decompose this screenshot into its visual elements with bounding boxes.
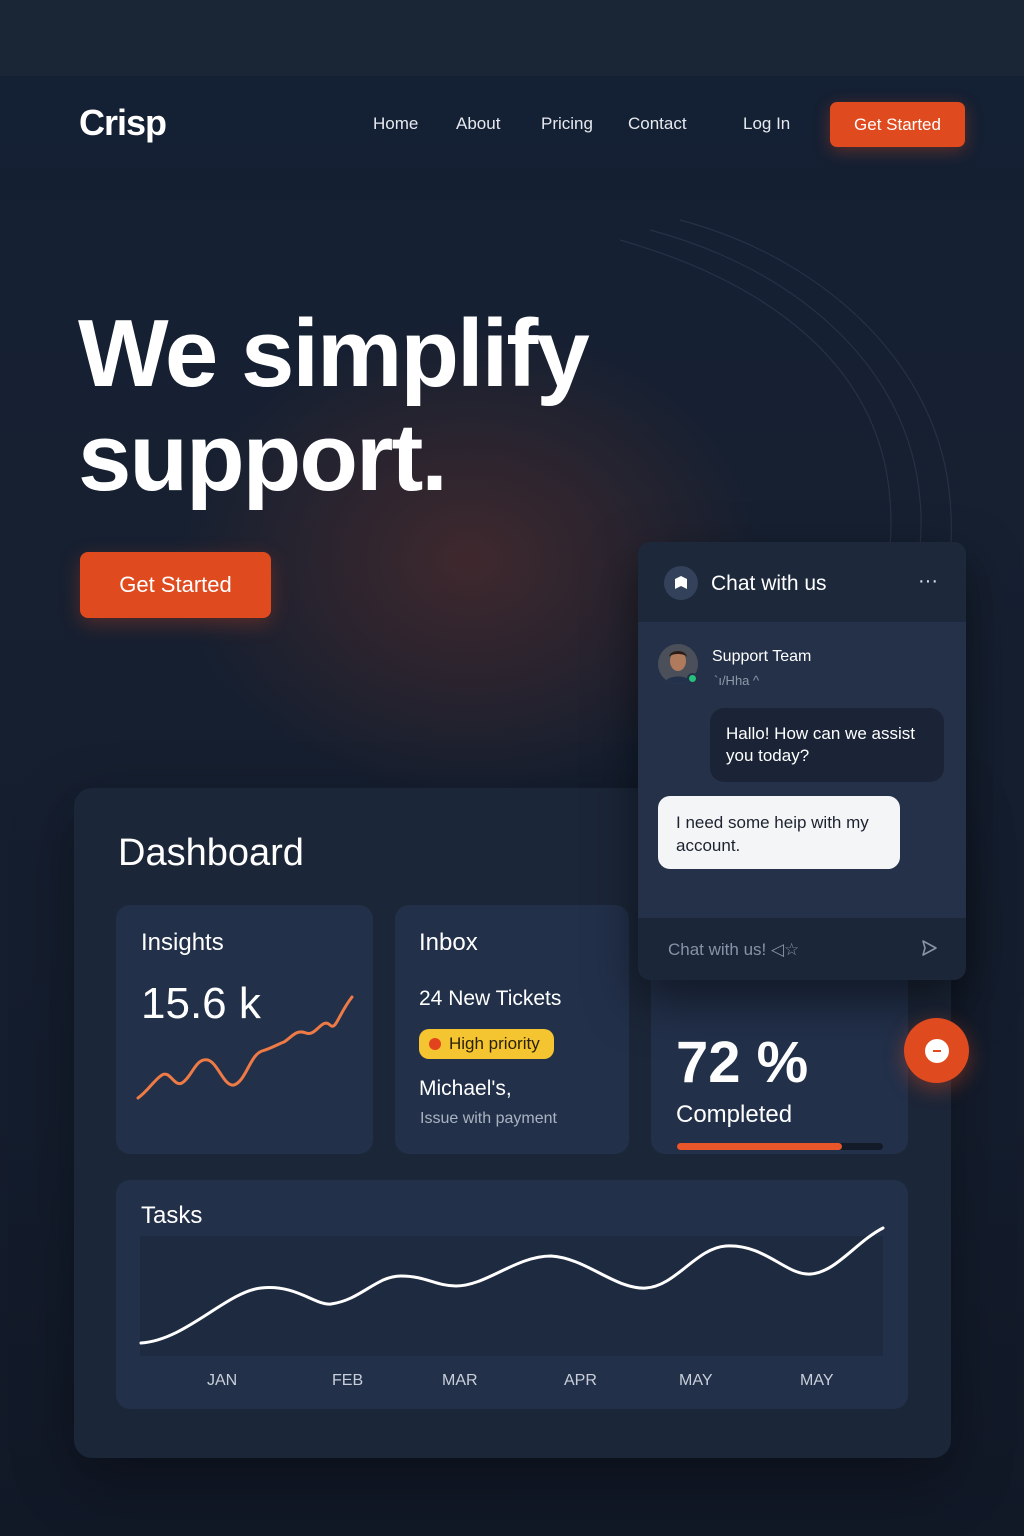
ticket-sender: Michael's, bbox=[419, 1077, 512, 1100]
tasks-card[interactable]: Tasks JAN FEB MAR APR MAY MAY bbox=[116, 1180, 908, 1409]
month-label: MAY bbox=[800, 1372, 834, 1389]
completion-label: Completed bbox=[676, 1101, 793, 1128]
completion-content: 72 % Completed bbox=[651, 1005, 908, 1154]
chat-logo-icon bbox=[664, 566, 698, 600]
insights-card[interactable]: Insights 15.6 k bbox=[116, 905, 373, 1154]
nav-home[interactable]: Home bbox=[373, 114, 418, 134]
agent-status: `ı/Hha ^ bbox=[714, 673, 760, 688]
month-label: JAN bbox=[207, 1372, 238, 1389]
more-options-icon[interactable]: ··· bbox=[918, 570, 938, 593]
hero-title: We simplify support. bbox=[78, 302, 698, 510]
user-message-bubble: I need some heip with my account. bbox=[658, 796, 900, 869]
chat-header: Chat with us ··· bbox=[638, 542, 966, 622]
chat-widget[interactable]: Chat with us ··· Support Team `ı/Hha ^ H… bbox=[638, 542, 966, 980]
agent-name: Support Team bbox=[712, 648, 812, 665]
send-icon[interactable] bbox=[920, 939, 938, 957]
month-label: FEB bbox=[332, 1372, 364, 1389]
nav-pricing[interactable]: Pricing bbox=[541, 114, 593, 134]
brand-logo[interactable]: Crisp bbox=[79, 102, 167, 144]
dashboard-title: Dashboard bbox=[118, 832, 304, 874]
chat-messages: Support Team `ı/Hha ^ Hallo! How can we … bbox=[638, 622, 966, 918]
hero-title-line2: support. bbox=[78, 404, 448, 511]
month-label: MAY bbox=[679, 1372, 713, 1389]
inbox-card[interactable]: Inbox 24 New Tickets High priority Micha… bbox=[395, 905, 629, 1154]
nav-login[interactable]: Log In bbox=[743, 114, 790, 134]
nav-about[interactable]: About bbox=[456, 114, 500, 134]
completion-progress-track bbox=[677, 1143, 883, 1150]
hero-title-line1: We simplify bbox=[78, 300, 590, 407]
priority-dot-icon bbox=[429, 1038, 441, 1050]
top-band bbox=[0, 0, 1024, 76]
completion-progress-fill bbox=[677, 1143, 842, 1150]
new-tickets-count: 24 New Tickets bbox=[419, 987, 562, 1010]
minus-icon bbox=[924, 1038, 949, 1063]
nav-get-started-button[interactable]: Get Started bbox=[830, 102, 965, 147]
priority-badge: High priority bbox=[419, 1029, 554, 1059]
agent-message-bubble: Hallo! How can we assist you today? bbox=[710, 708, 944, 782]
inbox-title: Inbox bbox=[419, 929, 478, 956]
month-label: MAR bbox=[442, 1372, 478, 1389]
insights-sparkline bbox=[136, 995, 354, 1100]
ticket-subject: Issue with payment bbox=[420, 1110, 557, 1127]
hero-get-started-button[interactable]: Get Started bbox=[80, 552, 271, 618]
chat-toggle-button[interactable] bbox=[904, 1018, 969, 1083]
priority-badge-label: High priority bbox=[449, 1034, 540, 1053]
online-status-dot bbox=[687, 673, 698, 684]
landing-page: Crisp Home About Pricing Contact Log In … bbox=[0, 0, 1024, 1536]
chat-input[interactable]: Chat with us! ◁☆ bbox=[668, 940, 799, 960]
nav-contact[interactable]: Contact bbox=[628, 114, 687, 134]
month-label: APR bbox=[564, 1372, 597, 1389]
chat-title: Chat with us bbox=[711, 572, 827, 595]
completion-percent: 72 % bbox=[676, 1030, 809, 1095]
